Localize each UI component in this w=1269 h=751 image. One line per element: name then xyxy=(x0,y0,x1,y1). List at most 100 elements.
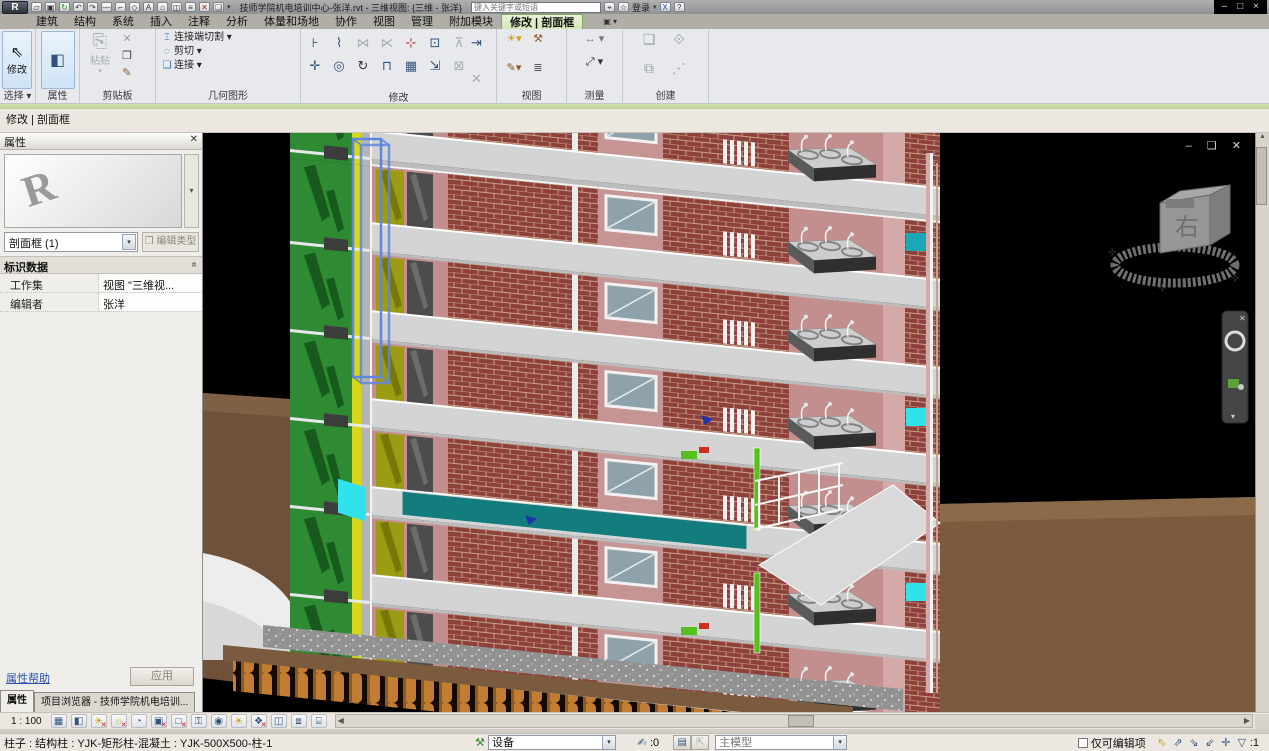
chevron-down-icon[interactable]: ▾ xyxy=(122,234,136,250)
render-icon[interactable]: ⚒ xyxy=(529,31,547,48)
temporary-hide-isolate-icon[interactable]: ☀ xyxy=(231,714,247,728)
copy-icon[interactable]: ◎ xyxy=(333,58,344,74)
ribbon-minimize-button[interactable]: ▣ ▾ xyxy=(597,15,623,29)
match-type-icon[interactable]: ✎ xyxy=(118,65,136,82)
favorites-icon[interactable]: ☆ xyxy=(618,2,629,12)
hide-isolate-icon[interactable]: ☀▾ xyxy=(499,31,529,48)
pin-icon[interactable]: ⊠ xyxy=(454,58,465,74)
app-restore-button[interactable]: □ xyxy=(1237,1,1243,13)
temporary-view-properties-icon[interactable]: ◫ xyxy=(271,714,287,728)
offset-icon[interactable]: ⌇ xyxy=(336,35,342,51)
aligned-dimension-icon[interactable]: ⌐ xyxy=(115,2,126,12)
split-gap-icon[interactable]: ⊡ xyxy=(430,35,441,51)
visual-style-icon[interactable]: ◧ xyxy=(71,714,87,728)
worksets-icon[interactable]: ⚒ xyxy=(472,736,488,749)
reveal-constraints-icon[interactable]: ⌸ xyxy=(311,714,327,728)
select-by-face-icon[interactable]: ⇙ xyxy=(1202,736,1218,749)
worksharing-display-icon[interactable]: ❖✕ xyxy=(251,714,267,728)
shadows-icon[interactable]: ☼✕ xyxy=(111,714,127,728)
design-option-select[interactable]: 主模型 ▾ xyxy=(715,735,847,750)
drag-on-selection-icon[interactable]: ✛ xyxy=(1218,736,1234,749)
open-icon[interactable]: ▱ xyxy=(31,2,42,12)
tag-icon[interactable]: ◇ xyxy=(129,2,140,12)
detail-level-icon[interactable]: ▦ xyxy=(51,714,67,728)
rotate-icon[interactable]: ↻ xyxy=(358,58,369,74)
workset-value[interactable]: 视图 "三维视... xyxy=(99,274,202,292)
create-assembly-icon[interactable]: ⧉ xyxy=(634,60,664,77)
properties-button[interactable]: ◧ xyxy=(41,31,75,89)
view-scale-button[interactable]: 1 : 100 xyxy=(6,715,47,728)
tab-analyze[interactable]: 分析 xyxy=(218,14,256,29)
measure-tool-icon[interactable]: ↔ ▾ xyxy=(575,31,615,48)
signin-dropdown-icon[interactable]: ▾ xyxy=(653,3,657,11)
zoom-icon[interactable] xyxy=(1228,379,1239,388)
app-close-button[interactable]: × xyxy=(1253,1,1259,13)
unpin-icon[interactable]: ⊼ xyxy=(454,35,464,51)
tab-project-browser[interactable]: 项目浏览器 - 技师学院机电培训... xyxy=(34,692,195,712)
trim-corner-icon[interactable]: ⇥ xyxy=(471,35,482,51)
trim-extend-icon[interactable]: ⊓ xyxy=(382,58,392,74)
scale-icon[interactable]: ⇲ xyxy=(430,58,441,74)
tab-view[interactable]: 视图 xyxy=(365,14,403,29)
type-selector[interactable]: 剖面框 (1) ▾ xyxy=(4,232,138,252)
application-menu-button[interactable]: R xyxy=(2,1,28,14)
tab-properties-palette[interactable]: 属性 xyxy=(0,690,34,712)
scroll-up-icon[interactable]: ▲ xyxy=(1259,133,1266,140)
copy-to-clipboard-icon[interactable]: ❐ xyxy=(118,48,136,65)
locked-3d-view-icon[interactable]: ⚿ xyxy=(191,714,207,728)
apply-button[interactable]: 应用 xyxy=(130,667,194,686)
delete-icon[interactable]: ✕ xyxy=(471,71,482,87)
tab-collaborate[interactable]: 协作 xyxy=(327,14,365,29)
editing-requests-icon[interactable]: ✍ xyxy=(634,736,650,749)
horizontal-scrollbar[interactable]: ◀ ▶ xyxy=(335,714,1253,728)
tab-modify-section-box[interactable]: 修改 | 剖面框 xyxy=(501,14,583,29)
undo-icon[interactable]: ↶ xyxy=(73,2,84,12)
select-links-icon[interactable]: ⇖ xyxy=(1154,736,1170,749)
tab-structure[interactable]: 结构 xyxy=(66,14,104,29)
tab-manage[interactable]: 管理 xyxy=(403,14,441,29)
communication-center-icon[interactable]: ⌖ xyxy=(604,2,615,12)
building-section-model[interactable] xyxy=(223,133,940,712)
3d-model-view[interactable]: ⊹⊹⊹ 右 ✕ ▾ xyxy=(203,133,1255,712)
align-icon[interactable]: ⊦ xyxy=(312,35,319,51)
measure-icon[interactable]: — xyxy=(101,2,112,12)
help-search-input[interactable] xyxy=(471,2,601,13)
navbar-expand-icon[interactable]: ▾ xyxy=(1231,412,1235,421)
filter-icon[interactable]: ▽ xyxy=(1234,736,1250,749)
cut-geometry-button[interactable]: ◌剪切 ▾ xyxy=(160,45,202,59)
tab-insert[interactable]: 插入 xyxy=(142,14,180,29)
default-3d-view-icon[interactable]: ⌂ xyxy=(157,2,168,12)
active-workset-select[interactable]: 设备 ▾ xyxy=(488,735,616,750)
tab-massing-site[interactable]: 体量和场地 xyxy=(256,14,327,29)
text-icon[interactable]: A xyxy=(143,2,154,12)
displace-elements-icon[interactable]: ⧈ xyxy=(291,714,307,728)
scroll-left-icon[interactable]: ◀ xyxy=(338,716,344,725)
identity-data-section-header[interactable]: 标识数据 « xyxy=(0,256,202,274)
select-panel-label[interactable]: 选择 ▾ xyxy=(0,91,35,104)
scroll-right-icon[interactable]: ▶ xyxy=(1244,716,1250,725)
dimension-tool-icon[interactable]: ⤢ ▾ xyxy=(575,54,615,71)
help-icon[interactable]: ? xyxy=(674,2,685,12)
show-crop-region-icon[interactable]: □✕ xyxy=(171,714,187,728)
tab-architecture[interactable]: 建筑 xyxy=(28,14,66,29)
override-graphics-icon[interactable]: ✎▾ xyxy=(499,60,529,77)
thin-lines-icon[interactable]: ≡ xyxy=(185,2,196,12)
cut-to-clipboard-icon[interactable]: ✕ xyxy=(118,31,136,48)
worksharing-dialog-button[interactable]: ▤ xyxy=(673,735,691,750)
tab-systems[interactable]: 系统 xyxy=(104,14,142,29)
exchange-apps-icon[interactable]: X xyxy=(660,2,671,12)
collapse-section-icon[interactable]: « xyxy=(189,262,200,268)
exclusive-edit-button[interactable]: ⇱ xyxy=(691,735,709,750)
section-icon[interactable]: ◫ xyxy=(171,2,182,12)
join-geometry-button[interactable]: ❑连接 ▾ xyxy=(160,59,202,73)
qat-customize-arrow[interactable]: ▾ xyxy=(227,3,231,11)
chevron-down-icon[interactable]: ▾ xyxy=(833,736,846,749)
linework-icon[interactable]: ≣ xyxy=(529,60,547,77)
synchronize-icon[interactable]: ↻ xyxy=(59,2,70,12)
sign-in-label[interactable]: 登录 xyxy=(632,1,650,14)
create-similar-icon[interactable]: ⟐ xyxy=(664,31,694,48)
crop-view-icon[interactable]: ▣✕ xyxy=(151,714,167,728)
vertical-scrollbar-thumb[interactable] xyxy=(1256,147,1267,205)
reveal-hidden-elements-icon[interactable]: ◉ xyxy=(211,714,227,728)
array-icon[interactable]: ▦ xyxy=(405,58,417,74)
